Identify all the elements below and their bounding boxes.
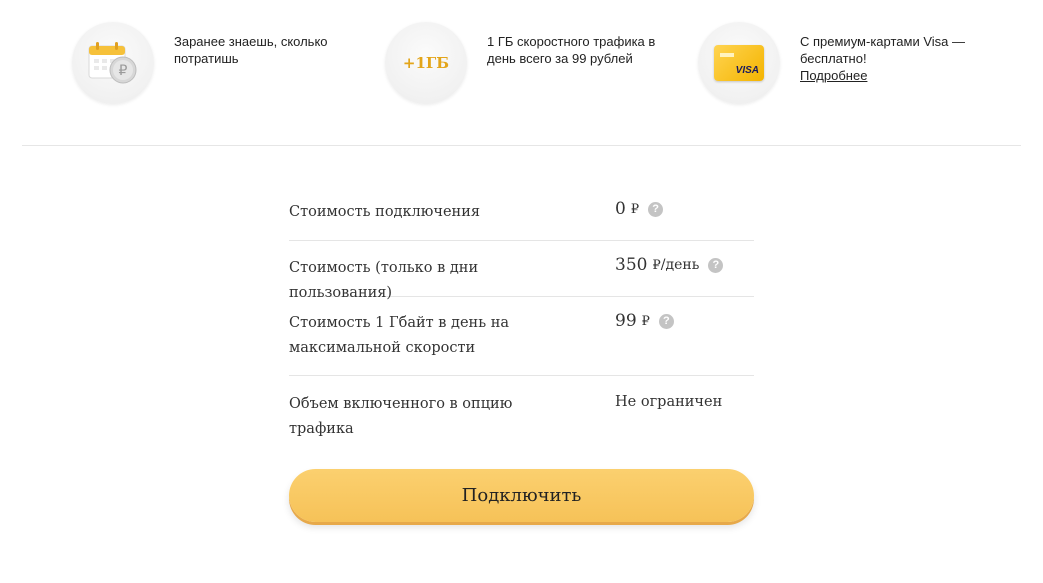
table-row: Стоимость (только в дни пользования) 350…	[289, 241, 754, 301]
row-label: Объем включенного в опцию трафика	[289, 396, 513, 437]
currency: ₽	[652, 257, 661, 273]
value-text: Не ограничен	[615, 394, 723, 410]
row-value: Не ограничен	[615, 394, 722, 410]
unit: /день	[660, 257, 700, 273]
value-amount: 350	[615, 255, 648, 275]
table-row: Объем включенного в опцию трафика Не огр…	[289, 376, 754, 437]
row-label: Стоимость подключения	[289, 204, 481, 220]
plus-1gb-icon: +1ГБ	[385, 22, 467, 104]
connect-button[interactable]: Подключить	[289, 469, 754, 522]
more-link[interactable]: Подробнее	[800, 67, 975, 84]
feature-visa: VISA С премиум-картами Visa — бесплатно!…	[698, 22, 975, 104]
feature-visa-text: С премиум-картами Visa — бесплатно! Подр…	[800, 33, 975, 84]
value-amount: 0	[615, 199, 626, 219]
value-amount: 99	[615, 311, 637, 331]
currency: ₽	[630, 201, 640, 217]
visa-label: VISA	[735, 65, 759, 76]
feature-budget-text: Заранее знаешь, сколько потратишь	[174, 34, 328, 66]
currency: ₽	[641, 313, 650, 329]
row-value: 350 ₽ /день ?	[615, 255, 724, 275]
help-icon[interactable]: ?	[658, 313, 674, 329]
features-strip: ₽ Заранее знаешь, сколько потратишь +1ГБ…	[0, 0, 1043, 140]
feature-1gb: +1ГБ 1 ГБ скоростного трафика в день все…	[385, 22, 662, 104]
row-value: 0 ₽ ?	[615, 199, 664, 219]
table-row: Стоимость 1 Гбайт в день на максимальной…	[289, 297, 754, 376]
feature-visa-desc: С премиум-картами Visa — бесплатно!	[800, 34, 965, 66]
feature-budget: ₽ Заранее знаешь, сколько потратишь	[72, 22, 349, 104]
help-icon[interactable]: ?	[648, 201, 664, 217]
help-icon[interactable]: ?	[708, 257, 724, 273]
row-value: 99 ₽ ?	[615, 311, 674, 331]
calendar-coin-icon: ₽	[72, 22, 154, 104]
divider	[22, 145, 1021, 146]
visa-card-icon: VISA	[698, 22, 780, 104]
svg-text:₽: ₽	[119, 63, 128, 79]
plus-1gb-label: +1ГБ	[402, 54, 450, 72]
row-label: Стоимость 1 Гбайт в день на максимальной…	[289, 315, 510, 356]
feature-1gb-text: 1 ГБ скоростного трафика в день всего за…	[487, 34, 656, 66]
table-row: Стоимость подключения 0 ₽ ?	[289, 185, 754, 241]
tariff-table: Стоимость подключения 0 ₽ ? Стоимость (т…	[289, 185, 754, 437]
